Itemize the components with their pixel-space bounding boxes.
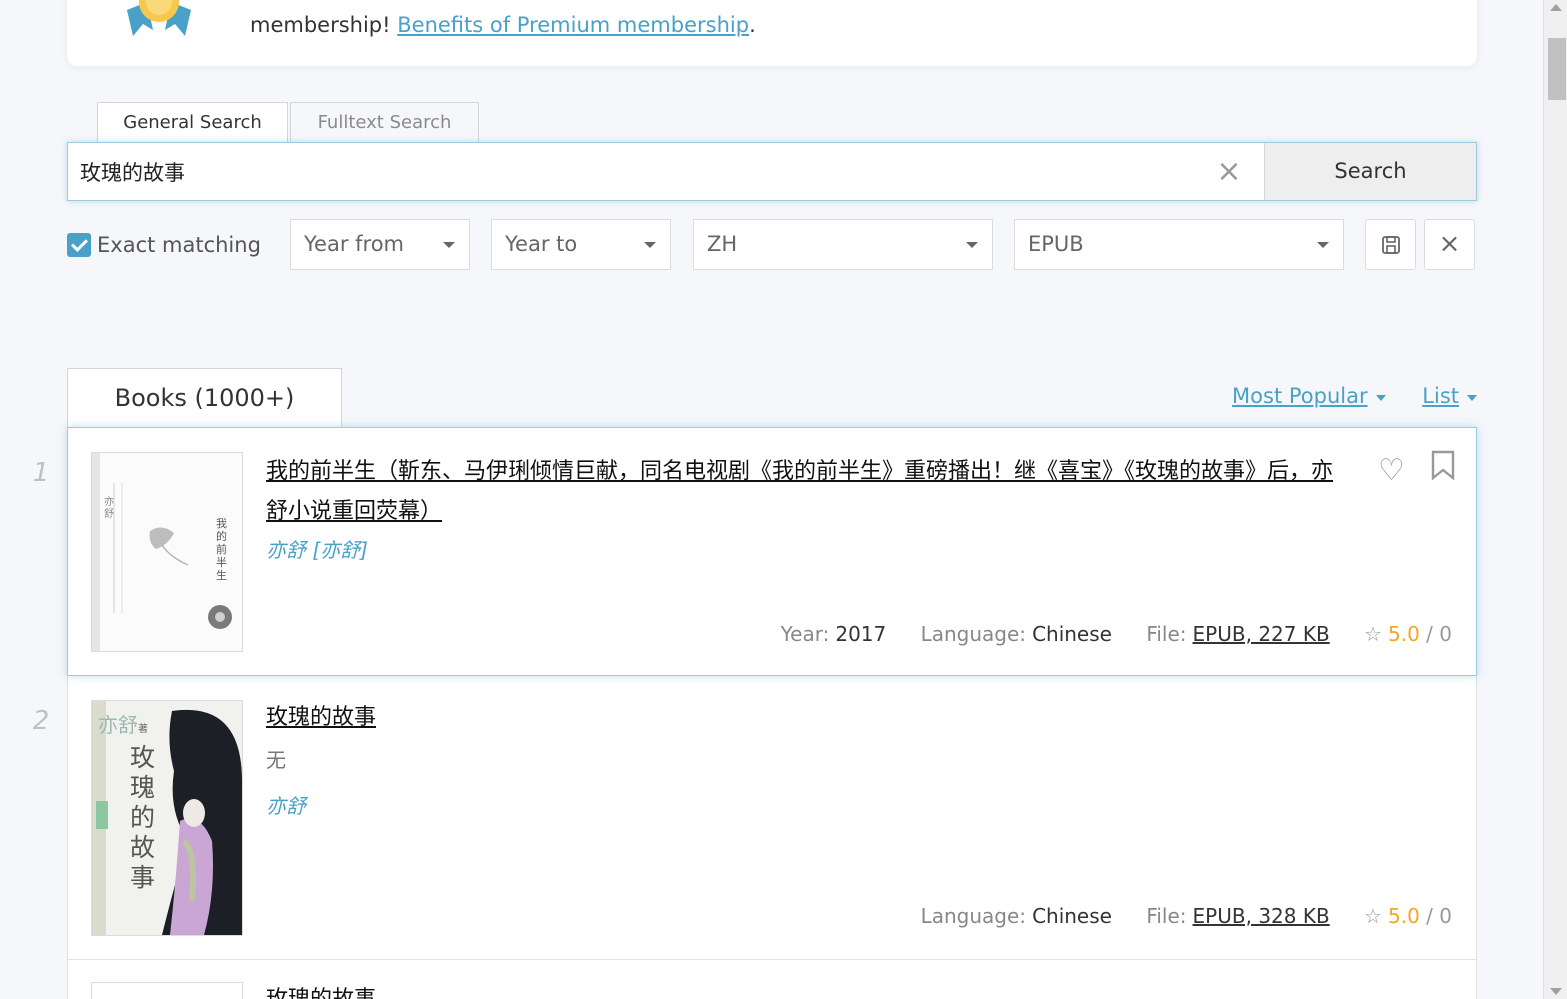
chevron-down-icon <box>644 242 656 248</box>
tab-general-search[interactable]: General Search <box>97 102 288 145</box>
view-mode-label: List <box>1422 384 1459 408</box>
year-label: Year: <box>780 622 830 646</box>
rating-separator: / <box>1426 904 1433 928</box>
book-index: 1 <box>32 458 50 488</box>
book-item: 1 我的前半生 亦舒 我的前半生（靳东、马伊琍倾情巨献，同名电视剧《我的前半生》… <box>33 427 1477 676</box>
book-item: 玫瑰的故事 <box>68 960 1476 999</box>
rating-separator: / <box>1426 622 1433 646</box>
search-button[interactable]: Search <box>1264 143 1476 200</box>
star-icon: ☆ <box>1364 622 1382 646</box>
exact-matching-toggle[interactable]: Exact matching <box>67 232 261 258</box>
results-list: 1 我的前半生 亦舒 我的前半生（靳东、马伊琍倾情巨献，同名电视剧《我的前半生》… <box>33 427 1477 999</box>
book-author-link[interactable]: 亦舒 [亦舒] <box>266 534 368 563</box>
year-from-value: Year from <box>304 232 405 256</box>
book-title-link[interactable]: 玫瑰的故事 <box>266 698 1336 738</box>
caret-down-icon <box>1375 395 1386 401</box>
search-input[interactable] <box>68 143 1265 200</box>
cover-author: 亦舒 <box>104 497 114 520</box>
cover-author-suffix: 著 <box>138 724 148 735</box>
rating-count: 0 <box>1439 904 1452 928</box>
file-label: File: <box>1146 622 1187 646</box>
book-author-link[interactable]: 亦舒 <box>266 790 306 819</box>
year-to-select[interactable]: Year to <box>491 219 671 270</box>
scroll-down-icon[interactable] <box>1550 988 1562 995</box>
book-meta: Language: Chinese File: EPUB, 328 KB ☆ 5.0 … <box>921 904 1452 928</box>
premium-suffix: . <box>749 13 756 37</box>
rating: ☆ 5.0 / 0 <box>1364 622 1452 646</box>
file-label: File: <box>1146 904 1187 928</box>
language-select[interactable]: ZH <box>693 219 993 270</box>
heart-icon[interactable]: ♡ <box>1378 453 1405 488</box>
language-value: ZH <box>707 232 738 256</box>
tab-books[interactable]: Books (1000+) <box>67 368 342 428</box>
language-value: Chinese <box>1032 622 1112 646</box>
scrollbar-thumb[interactable] <box>1548 38 1566 100</box>
extension-value: EPUB <box>1028 232 1084 256</box>
view-mode-dropdown[interactable]: List <box>1422 384 1477 408</box>
star-icon: ☆ <box>1364 904 1382 928</box>
tab-fulltext-search[interactable]: Fulltext Search <box>290 102 479 144</box>
caret-down-icon <box>1467 395 1477 401</box>
year-from-select[interactable]: Year from <box>290 219 470 270</box>
premium-banner: membership! Benefits of Premium membersh… <box>67 0 1477 66</box>
rating: ☆ 5.0 / 0 <box>1364 904 1452 928</box>
book-cover[interactable] <box>91 982 243 999</box>
save-filters-button[interactable] <box>1365 219 1416 270</box>
cover-author: 亦舒著 <box>98 709 148 738</box>
book-title-link[interactable]: 我的前半生（靳东、马伊琍倾情巨献，同名电视剧《我的前半生》重磅播出！继《喜宝》《… <box>266 452 1336 532</box>
sort-order-label: Most Popular <box>1232 384 1368 408</box>
premium-benefits-link[interactable]: Benefits of Premium membership <box>397 13 749 37</box>
chevron-down-icon <box>1317 242 1329 248</box>
book-meta: Year: 2017 Language: Chinese File: EPUB, 22… <box>781 622 1452 646</box>
language-label: Language: <box>920 904 1027 928</box>
book-index: 2 <box>32 706 50 736</box>
rating-value: 5.0 <box>1387 904 1420 928</box>
book-title-link[interactable]: 玫瑰的故事 <box>266 980 1336 999</box>
exact-matching-checkbox[interactable] <box>67 233 91 257</box>
book-actions: ♡ <box>1358 450 1456 488</box>
exact-matching-label: Exact matching <box>97 233 261 257</box>
book-item: 2 亦舒著 玫瑰的故事 玫瑰的故事 无 亦舒 Language: Chinese … <box>33 676 1476 960</box>
chevron-down-icon <box>966 242 978 248</box>
language-value: Chinese <box>1032 904 1112 928</box>
cover-vertical-title: 玫瑰的故事 <box>130 743 156 892</box>
year-to-value: Year to <box>505 232 578 256</box>
reset-filters-button[interactable]: × <box>1424 219 1475 270</box>
bookmark-icon[interactable] <box>1430 450 1456 488</box>
sort-order-dropdown[interactable]: Most Popular <box>1232 384 1386 408</box>
language-label: Language: <box>920 622 1027 646</box>
scroll-up-icon[interactable] <box>1550 4 1562 11</box>
save-icon <box>1381 236 1400 254</box>
clear-search-icon[interactable]: × <box>1214 157 1244 187</box>
search-filters: Exact matching Year from Year to ZH EPUB… <box>67 219 1477 270</box>
file-link[interactable]: EPUB, 328 KB <box>1193 904 1330 928</box>
premium-message: membership! <box>250 13 391 37</box>
cover-vertical-title: 我的前半生 <box>216 517 227 582</box>
file-link[interactable]: EPUB, 227 KB <box>1193 622 1330 646</box>
extension-select[interactable]: EPUB <box>1014 219 1344 270</box>
rating-count: 0 <box>1439 622 1452 646</box>
premium-text: membership! Benefits of Premium membersh… <box>250 13 756 37</box>
book-publisher: 无 <box>266 748 286 772</box>
sort-controls: Most Popular List <box>1202 384 1477 408</box>
book-cover[interactable]: 我的前半生 亦舒 <box>91 452 243 652</box>
year-value: 2017 <box>835 622 887 646</box>
book-cover[interactable]: 亦舒著 玫瑰的故事 <box>91 700 243 936</box>
chevron-down-icon <box>443 242 455 248</box>
search-bar: × Search <box>67 142 1477 201</box>
cover-author-name: 亦舒 <box>98 713 138 737</box>
premium-badge-icon <box>127 0 191 36</box>
page-scrollbar[interactable] <box>1543 0 1567 999</box>
rating-value: 5.0 <box>1387 622 1420 646</box>
close-icon: × <box>1438 229 1461 259</box>
